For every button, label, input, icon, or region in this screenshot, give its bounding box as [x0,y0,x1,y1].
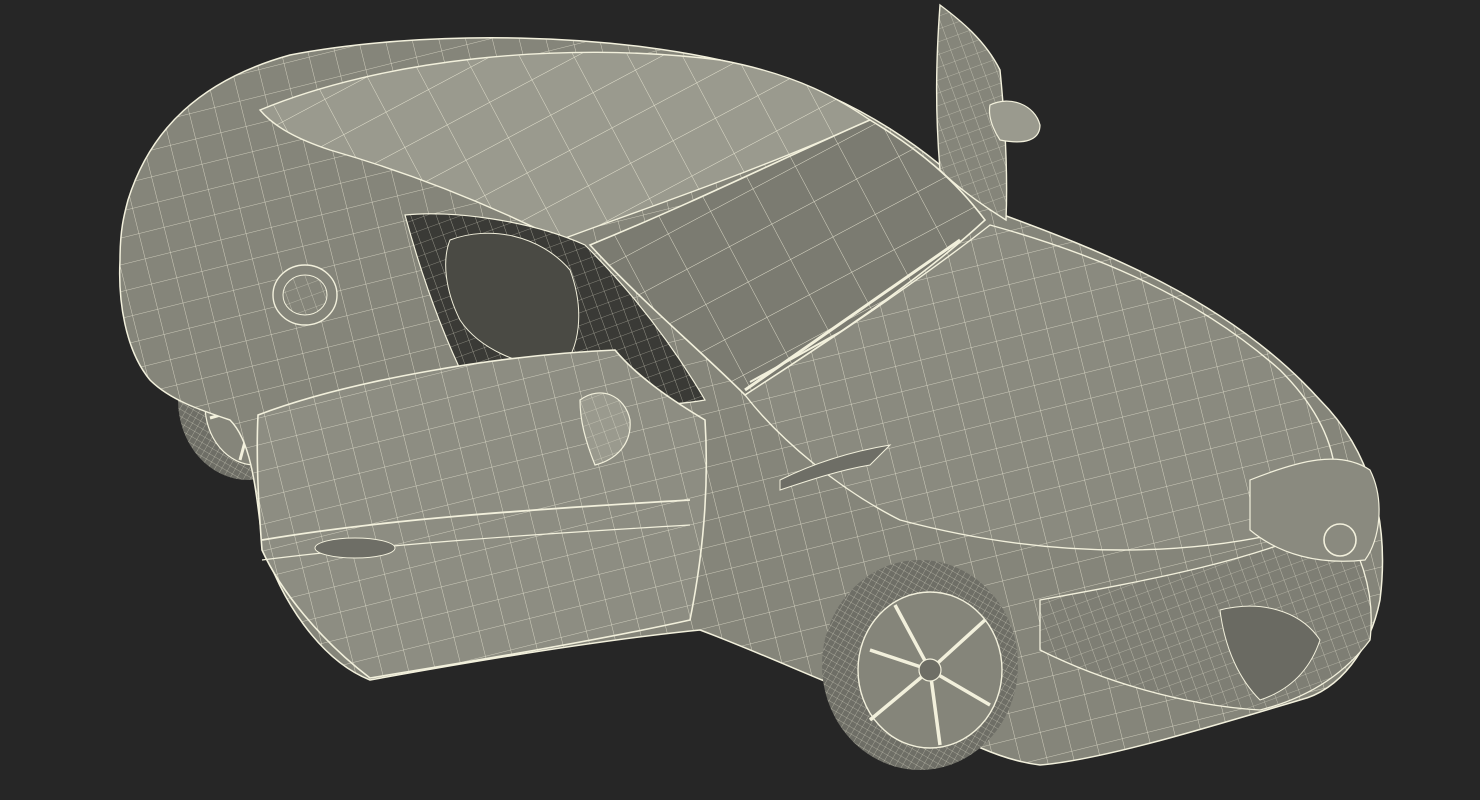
fuel-cap-inner [282,274,328,316]
render-viewport [0,0,1480,800]
door-handle [314,537,396,559]
side-mirror-right [988,100,1041,143]
front-wheel [822,560,1018,770]
car-wireframe-model [118,3,1384,770]
open-door-left [256,349,708,679]
